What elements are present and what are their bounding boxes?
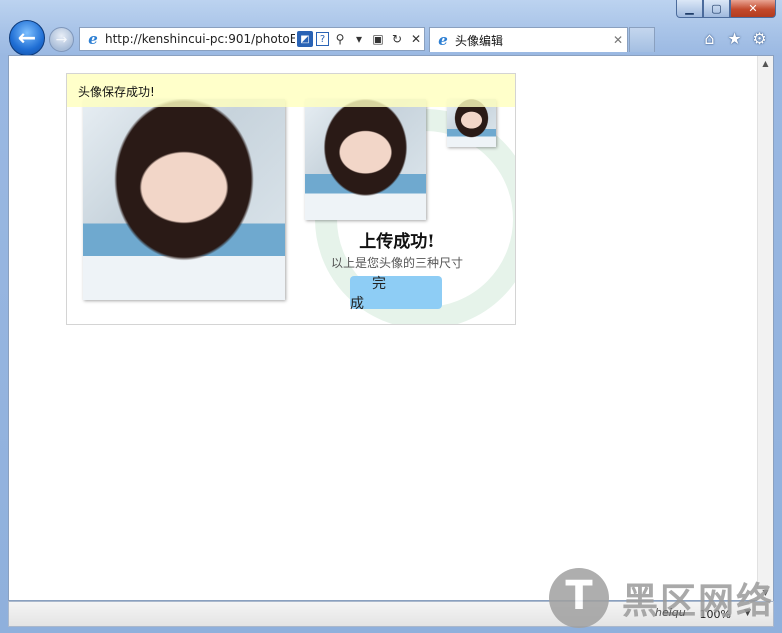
ie-tab-icon: e — [438, 31, 448, 49]
search-icon[interactable]: ⚲ — [332, 31, 348, 47]
watermark-url: heiqu — [655, 606, 686, 619]
tab-photo-edit[interactable]: e 头像编辑 ✕ — [429, 27, 628, 52]
browser-window: ▁ ▢ ✕ ← → e http://kenshincui-pc:901/pho… — [0, 0, 782, 633]
vertical-scrollbar[interactable]: ▲ ▼ — [757, 56, 773, 601]
done-button[interactable]: 完成 — [350, 276, 442, 312]
tab-close-icon[interactable]: ✕ — [609, 33, 627, 47]
address-bar[interactable]: e http://kenshincui-pc:901/photoEdit.ht … — [79, 27, 425, 51]
help-icon[interactable]: ? — [316, 32, 329, 46]
page-viewport: 头像保存成功! 上传成功! 以上是您头像的三种尺寸 完成 ▲ ▼ — [8, 55, 774, 601]
minimize-button[interactable]: ▁ — [676, 0, 703, 18]
compat-view-icon[interactable]: ◩ — [297, 31, 313, 47]
compat-page-icon[interactable]: ▣ — [370, 31, 386, 47]
avatar-medium-preview — [305, 99, 426, 220]
upload-success-title: 上传成功! — [359, 232, 435, 252]
scroll-up-arrow-icon[interactable]: ▲ — [758, 56, 773, 72]
url-text[interactable]: http://kenshincui-pc:901/photoEdit.ht — [105, 32, 295, 46]
favorites-star-icon[interactable]: ★ — [726, 30, 743, 47]
avatar-result-panel: 头像保存成功! 上传成功! 以上是您头像的三种尺寸 完成 — [66, 73, 516, 325]
settings-gear-icon[interactable]: ⚙ — [751, 30, 768, 47]
forward-button[interactable]: → — [49, 27, 74, 52]
command-icons: ⌂ ★ ⚙ — [701, 30, 768, 47]
stop-icon[interactable]: ✕ — [408, 31, 424, 47]
back-button[interactable]: ← — [9, 20, 45, 56]
refresh-icon[interactable]: ↻ — [389, 31, 405, 47]
home-icon[interactable]: ⌂ — [701, 30, 718, 47]
new-tab-button[interactable] — [629, 27, 655, 52]
close-window-button[interactable]: ✕ — [730, 0, 776, 18]
address-bar-tools: ◩ ? ⚲ ▾ ▣ ↻ ✕ — [297, 31, 424, 47]
forward-arrow-icon: → — [55, 31, 68, 48]
watermark-logo-icon: T — [549, 568, 609, 628]
save-success-notice: 头像保存成功! — [67, 74, 515, 107]
window-controls: ▁ ▢ ✕ — [676, 0, 776, 20]
maximize-button[interactable]: ▢ — [703, 0, 730, 18]
avatar-sizes-caption: 以上是您头像的三种尺寸 — [330, 256, 463, 270]
avatar-large-preview — [83, 99, 285, 300]
back-arrow-icon: ← — [17, 25, 37, 51]
dropdown-icon[interactable]: ▾ — [351, 31, 367, 47]
watermark-brand: 黑区网络 — [622, 581, 775, 622]
tab-title: 头像编辑 — [455, 33, 504, 48]
ie-logo-icon: e — [88, 30, 98, 48]
